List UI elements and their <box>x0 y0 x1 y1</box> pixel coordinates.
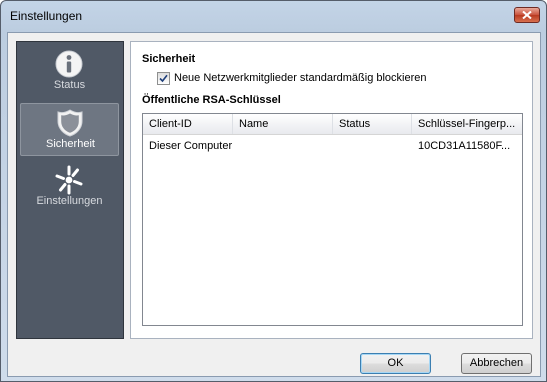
window-title: Einstellungen <box>10 9 83 23</box>
sidebar: Status Sicherheit Einstellungen <box>16 41 124 339</box>
sidebar-item-label: Status <box>53 79 86 91</box>
sidebar-item-label: Sicherheit <box>46 138 95 150</box>
cell-key-fingerprint: 10CD31A11580F... <box>418 140 511 152</box>
column-header-name[interactable]: Name <box>233 114 333 134</box>
ok-button[interactable]: OK <box>360 353 431 374</box>
cell-name <box>233 138 333 154</box>
column-header-status[interactable]: Status <box>333 114 412 134</box>
block-new-members-label: Neue Netzwerkmitglieder standardmäßig bl… <box>174 72 427 84</box>
cancel-button[interactable]: Abbrechen <box>461 353 532 374</box>
sidebar-item-status[interactable]: Status <box>20 45 119 98</box>
close-button[interactable] <box>514 7 540 23</box>
table-header: Client-ID Name Status Schlüssel-Fingerp.… <box>143 114 522 135</box>
rsa-keys-heading: Öffentliche RSA-Schlüssel <box>142 94 281 106</box>
info-icon <box>55 50 83 78</box>
security-panel: Sicherheit Neue Netzwerkmitglieder stand… <box>130 41 533 339</box>
client-area: Status Sicherheit Einstellungen Sicherhe… <box>7 32 541 377</box>
sidebar-item-security[interactable]: Sicherheit <box>20 103 119 156</box>
settings-window: Einstellungen Status Sicherheit Einstell… <box>0 0 547 382</box>
title-bar[interactable]: Einstellungen <box>1 1 546 31</box>
cell-status <box>333 138 412 154</box>
checkmark-icon <box>159 74 168 83</box>
settings-spark-icon <box>55 165 83 195</box>
shield-icon <box>57 109 83 137</box>
column-header-client-id[interactable]: Client-ID <box>143 114 233 134</box>
security-heading: Sicherheit <box>142 53 196 65</box>
sidebar-item-settings[interactable]: Einstellungen <box>20 161 119 214</box>
cell-client-id: Dieser Computer <box>149 140 233 152</box>
sidebar-item-label: Einstellungen <box>36 195 103 207</box>
column-header-key-fingerprint[interactable]: Schlüssel-Fingerp... <box>412 114 522 134</box>
rsa-keys-table: Client-ID Name Status Schlüssel-Fingerp.… <box>142 113 523 326</box>
close-icon <box>522 11 532 19</box>
block-new-members-checkbox[interactable] <box>157 72 170 85</box>
